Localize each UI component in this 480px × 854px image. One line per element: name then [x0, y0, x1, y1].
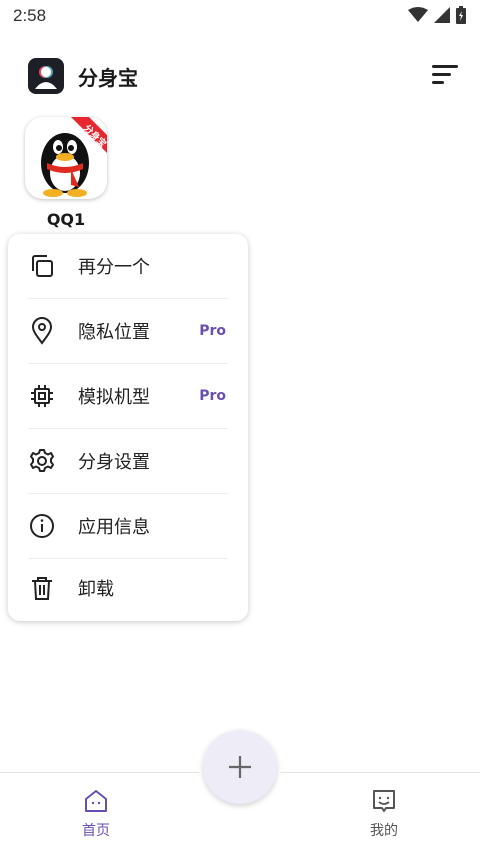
- menu-item-private-location[interactable]: 隐私位置 Pro: [8, 299, 248, 363]
- signal-icon: [434, 7, 450, 23]
- app-name: QQ1: [46, 210, 86, 229]
- status-icons: [408, 6, 466, 24]
- app-icon-qq[interactable]: 分身宝: [25, 117, 107, 199]
- status-time: 2:58: [13, 6, 47, 25]
- menu-item-label: 隐私位置: [78, 322, 150, 343]
- nav-home-label: 首页: [82, 823, 110, 839]
- pro-badge: Pro: [199, 323, 226, 339]
- battery-icon: [456, 6, 466, 24]
- gear-icon: [30, 449, 54, 472]
- menu-item-label: 卸载: [78, 579, 114, 600]
- menu-item-label: 模拟机型: [78, 387, 150, 408]
- trash-icon: [32, 577, 52, 600]
- copy-icon: [32, 255, 53, 277]
- menu-item-device-model[interactable]: 模拟机型 Pro: [8, 364, 248, 428]
- nav-mine-label: 我的: [370, 823, 398, 839]
- menu-item-app-info[interactable]: 应用信息: [8, 494, 248, 558]
- menu-item-label: 分身设置: [78, 452, 150, 473]
- nav-home[interactable]: 首页: [60, 788, 132, 840]
- app-title: 分身宝: [78, 66, 138, 90]
- chip-icon: [31, 385, 53, 407]
- sort-icon: [432, 65, 458, 84]
- app-context-menu: 再分一个 隐私位置 Pro 模拟机型 Pro 分身设置 应用信息 卸载: [8, 234, 248, 621]
- nav-mine[interactable]: 我的: [348, 788, 420, 840]
- app-logo: [28, 58, 64, 94]
- menu-item-clone-again[interactable]: 再分一个: [8, 234, 248, 298]
- add-app-button[interactable]: [203, 730, 277, 804]
- pro-badge: Pro: [199, 388, 226, 404]
- menu-item-clone-settings[interactable]: 分身设置: [8, 429, 248, 493]
- location-pin-icon: [31, 317, 53, 345]
- menu-item-uninstall[interactable]: 卸载: [8, 556, 248, 620]
- menu-item-label: 再分一个: [78, 257, 150, 278]
- home-icon: [85, 790, 107, 812]
- status-bar: 2:58: [0, 0, 480, 32]
- sort-button[interactable]: [428, 62, 460, 88]
- wifi-icon: [408, 7, 428, 22]
- plus-icon: [229, 756, 251, 778]
- smiley-chat-icon: [373, 790, 395, 812]
- info-icon: [30, 514, 54, 538]
- menu-item-label: 应用信息: [78, 517, 150, 538]
